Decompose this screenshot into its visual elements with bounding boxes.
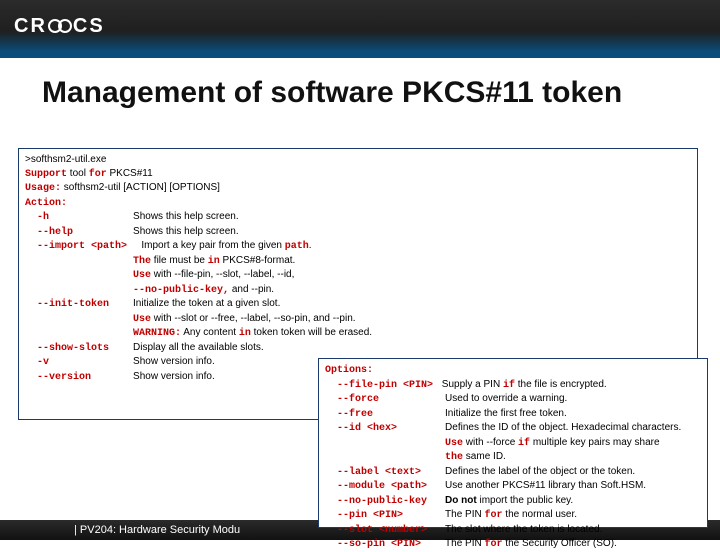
opt-id: --id <hex>	[325, 423, 445, 434]
t: Defines the label of the object or the t…	[445, 466, 635, 477]
opt-free: --free	[325, 409, 445, 420]
options-box: Options: --file-pin <PIN> Supply a PIN i…	[318, 358, 708, 528]
t: multiple key pairs may share	[530, 437, 660, 448]
opt-import: --import <path>	[25, 241, 133, 252]
t: PKCS#8-format.	[220, 255, 296, 266]
kw-if2: if	[518, 438, 530, 449]
opt-help: --help	[25, 227, 133, 238]
opt-init: --init-token	[25, 299, 133, 310]
opt-nopub2: --no-public-key	[325, 496, 445, 507]
t: .	[309, 240, 312, 251]
t: file must be	[151, 255, 208, 266]
cmd-line: >softhsm2-util.exe	[25, 154, 106, 165]
t: PKCS#11	[107, 168, 153, 179]
t: Initialize the first free token.	[445, 408, 567, 419]
opt-sopin: --so-pin <PIN>	[325, 539, 445, 550]
header-bar: CRCS	[0, 0, 720, 58]
kw-if: if	[503, 380, 515, 391]
t: Shows this help screen.	[133, 211, 239, 222]
kw-support: Support	[25, 169, 67, 180]
opt-show: --show-slots	[25, 343, 133, 354]
t: Use another PKCS#11 library than Soft.HS…	[445, 480, 646, 491]
t: same ID.	[463, 451, 506, 462]
kw-warning: WARNING:	[25, 328, 181, 339]
t: the file is encrypted.	[515, 379, 607, 390]
t: Show version info.	[133, 371, 215, 382]
t: with --force	[463, 437, 518, 448]
kw-in: in	[208, 256, 220, 267]
opt-label: --label <text>	[325, 467, 445, 478]
t: Used to override a warning.	[445, 393, 567, 404]
kw-donot: Do not	[445, 495, 477, 506]
logo-ring-2	[58, 19, 72, 33]
t: Shows this help screen.	[133, 226, 239, 237]
kw-usage: Usage:	[25, 183, 61, 194]
t: with --slot or --free, --label, --so-pin…	[151, 313, 356, 324]
t: with --file-pin, --slot, --label, --id,	[151, 269, 294, 280]
kw-use: Use	[25, 270, 151, 281]
kw-in2: in	[239, 328, 251, 339]
t: and --pin.	[229, 284, 274, 295]
opt-h: -h	[25, 212, 133, 223]
kw-use2: Use	[25, 314, 151, 325]
opt-nopub: --no-public-key,	[25, 285, 229, 296]
opt-pin: --pin <PIN>	[325, 510, 445, 521]
opt-v: -v	[25, 357, 133, 368]
opt-filepin: --file-pin <PIN>	[325, 380, 439, 391]
kw-use3: Use	[325, 438, 463, 449]
opt-version: --version	[25, 372, 133, 383]
t: Any content	[181, 327, 239, 338]
opt-module: --module <path>	[325, 481, 445, 492]
kw-path: path	[285, 241, 309, 252]
t: token token will be erased.	[251, 327, 372, 338]
kw-options: Options:	[325, 365, 373, 376]
t: Show version info.	[133, 356, 215, 367]
footer-text: | PV204: Hardware Security Modu	[74, 524, 240, 536]
logo: CRCS	[14, 15, 105, 38]
kw-action: Action:	[25, 198, 67, 209]
kw-for: for	[89, 169, 107, 180]
t: The PIN	[445, 509, 484, 520]
t: import the public key.	[477, 495, 574, 506]
t: tool	[67, 168, 89, 179]
t: softhsm2-util [ACTION] [OPTIONS]	[61, 182, 220, 193]
kw-the2: the	[325, 452, 463, 463]
t: Import a key pair from the given	[133, 240, 285, 251]
t: Defines the ID of the object. Hexadecima…	[445, 422, 681, 433]
page-title: Management of software PKCS#11 token	[0, 58, 720, 118]
opt-slot: --slot <number>	[325, 525, 445, 536]
t: Initialize the token at a given slot.	[133, 298, 280, 309]
opt-force: --force	[325, 394, 445, 405]
t: Display all the available slots.	[133, 342, 264, 353]
kw-for2: for	[485, 510, 503, 521]
t: Supply a PIN	[439, 379, 503, 390]
kw-the: The	[25, 256, 151, 267]
kw-for3: for	[485, 539, 503, 550]
t: The slot where the token is located.	[445, 524, 602, 535]
t: the normal user.	[503, 509, 577, 520]
